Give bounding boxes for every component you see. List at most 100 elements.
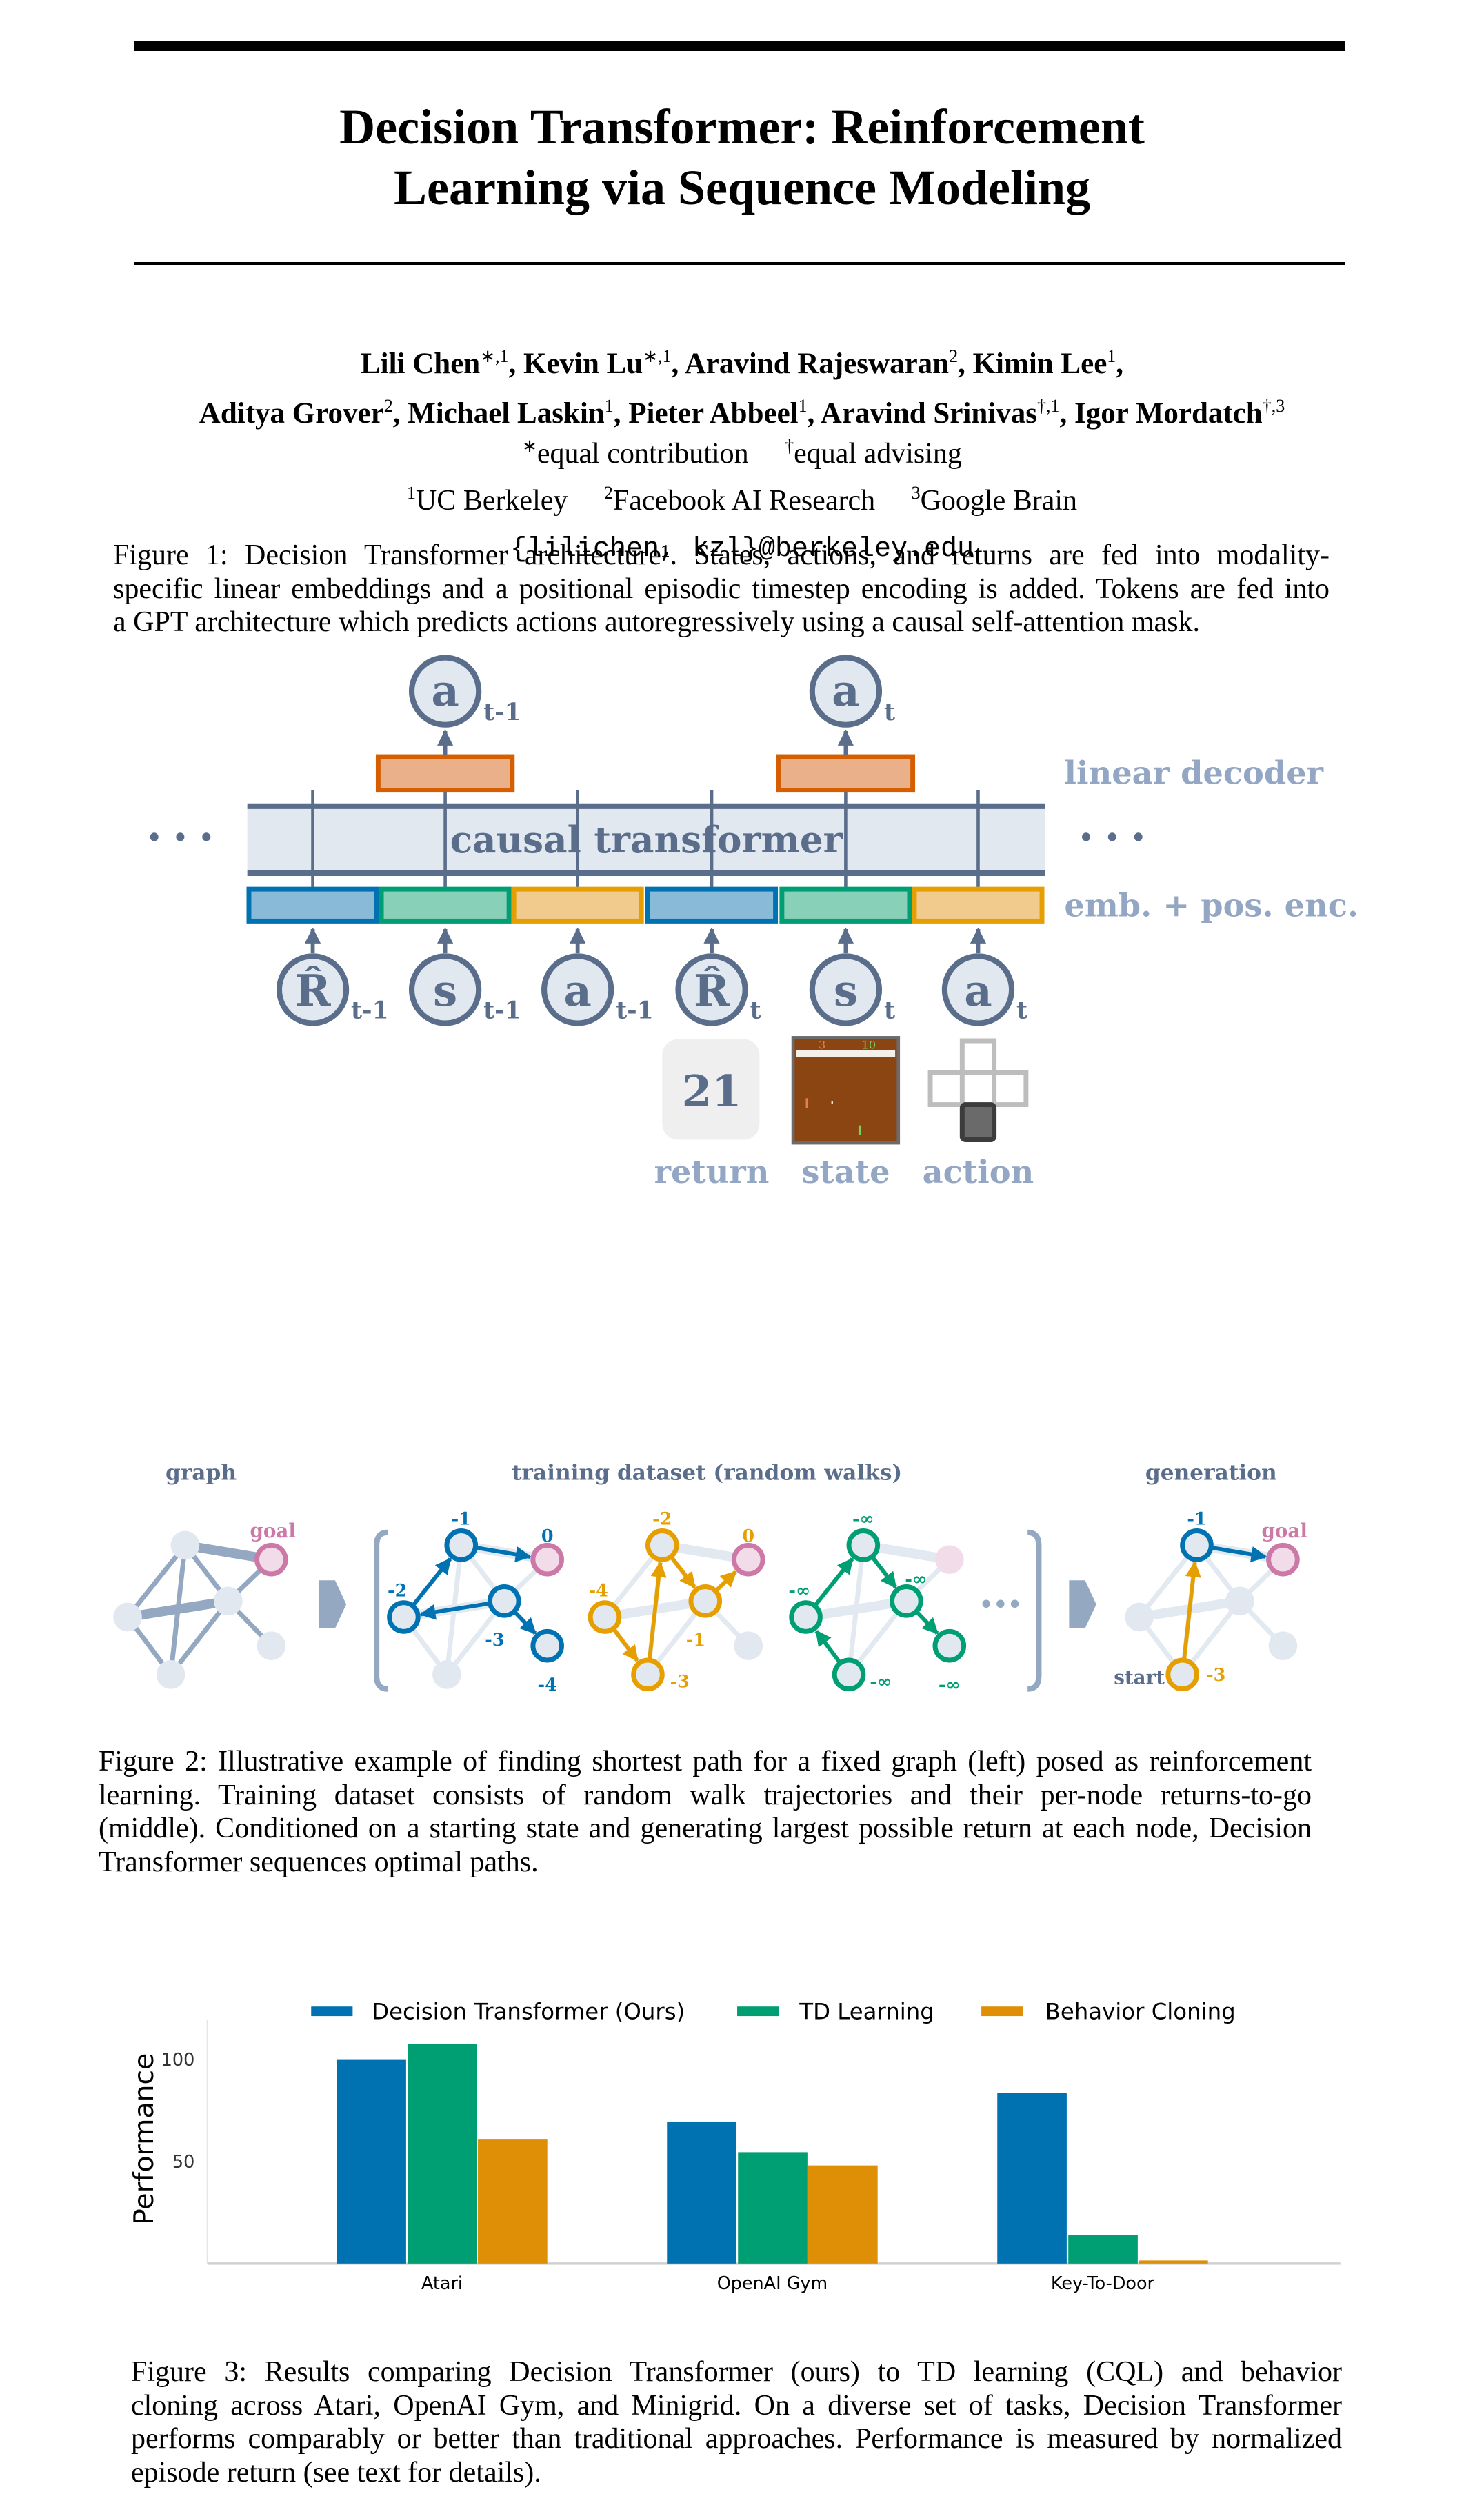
input-token-symbol: s bbox=[433, 965, 457, 1016]
input-token-subscript: t-1 bbox=[483, 997, 521, 1025]
arrow-right-icon bbox=[319, 1580, 347, 1628]
graph-node-faded bbox=[734, 1631, 763, 1660]
return-to-go-label: -∞ bbox=[905, 1569, 927, 1590]
bar bbox=[1068, 2235, 1138, 2264]
decoder-box bbox=[776, 754, 916, 793]
graph-node bbox=[113, 1602, 142, 1632]
start-node bbox=[1165, 1657, 1199, 1692]
caption-line: a GPT architecture which predicts action… bbox=[113, 606, 1201, 638]
graph-node-faded bbox=[1268, 1631, 1298, 1660]
legend-swatch bbox=[737, 2006, 779, 2017]
graph-node bbox=[214, 1586, 243, 1616]
modality-label-state: state bbox=[801, 1153, 890, 1190]
decoder-label: linear decoder bbox=[1064, 754, 1323, 791]
graph-node bbox=[645, 1528, 679, 1562]
legend-swatch bbox=[981, 2006, 1023, 2017]
caption-line: Figure 2: Illustrative example of findin… bbox=[99, 1746, 1312, 1777]
goal-node-faded bbox=[934, 1545, 964, 1575]
figure-2-caption: Figure 2: Illustrative example of findin… bbox=[99, 1745, 1312, 1879]
input-token-symbol: R̂ bbox=[295, 965, 332, 1016]
return-to-go-label: -3 bbox=[485, 1630, 504, 1651]
panel-title-graph: graph bbox=[166, 1460, 237, 1485]
graph-node bbox=[688, 1584, 723, 1618]
walk-step-arrow bbox=[514, 1611, 537, 1635]
return-to-go-label: -1 bbox=[1187, 1508, 1206, 1529]
walk-step-arrow bbox=[715, 1570, 737, 1592]
state-score-right: 10 bbox=[862, 1039, 876, 1052]
return-to-go-label: 0 bbox=[541, 1526, 554, 1547]
graph-node bbox=[170, 1530, 200, 1560]
goal-label: goal bbox=[1262, 1519, 1307, 1542]
walk-step-arrow bbox=[814, 1557, 854, 1606]
graph-node bbox=[890, 1584, 923, 1618]
state-game-frame: 3 10 bbox=[791, 1036, 901, 1145]
panel-title-training: training dataset (random walks) bbox=[512, 1460, 902, 1485]
input-token-symbol: a bbox=[964, 965, 992, 1016]
generated-node bbox=[1180, 1528, 1214, 1562]
y-tick-label: 100 bbox=[161, 2050, 195, 2071]
return-to-go-label: -2 bbox=[652, 1508, 672, 1529]
legend-swatch bbox=[311, 2006, 353, 2017]
walk-step-arrow bbox=[916, 1611, 939, 1635]
bar bbox=[337, 2059, 406, 2264]
figure-3-bar-chart: Performance 50 100 Atari OpenAI Gym Key-To-D… bbox=[128, 1999, 1341, 2294]
input-token-subscript: t bbox=[1016, 997, 1027, 1025]
input-token-symbol: R̂ bbox=[694, 965, 730, 1016]
return-to-go-label: -1 bbox=[452, 1508, 471, 1529]
x-tick-label: OpenAI Gym bbox=[717, 2273, 828, 2294]
input-token-symbol: a bbox=[563, 965, 591, 1016]
graph-node bbox=[846, 1528, 881, 1562]
graph-node-faded bbox=[1225, 1586, 1254, 1616]
start-label: start bbox=[1114, 1666, 1165, 1689]
graph-node bbox=[444, 1528, 479, 1562]
figure-1-architecture: causal transformer • • • • • • linear de… bbox=[146, 655, 1358, 1190]
return-to-go-label: -2 bbox=[388, 1580, 407, 1601]
return-to-go-label: 0 bbox=[742, 1526, 754, 1547]
right-ellipsis: • • • bbox=[1078, 821, 1147, 855]
y-tick-label: 50 bbox=[172, 2152, 194, 2173]
return-to-go-label: -∞ bbox=[870, 1671, 892, 1692]
graph-node-faded bbox=[1125, 1602, 1154, 1632]
return-to-go-label: -∞ bbox=[939, 1675, 961, 1695]
graph-node bbox=[156, 1659, 186, 1689]
graph-node-faded bbox=[432, 1659, 461, 1689]
goal-label: goal bbox=[250, 1519, 295, 1542]
caption-line: specific linear embeddings and a positio… bbox=[113, 572, 1330, 605]
graph-node bbox=[530, 1628, 564, 1663]
goal-node bbox=[1266, 1542, 1300, 1577]
embedding-box bbox=[912, 886, 1045, 924]
modality-label-return: return bbox=[654, 1153, 770, 1190]
embedding-label: emb. + pos. enc. bbox=[1064, 886, 1358, 924]
figure-1-caption: Figure 1: Decision Transformer architect… bbox=[113, 539, 1330, 639]
graph-node bbox=[387, 1600, 421, 1634]
input-token-subscript: t-1 bbox=[616, 997, 654, 1025]
figures-canvas: causal transformer • • • • • • linear de… bbox=[113, 655, 1358, 2294]
graph-node bbox=[487, 1584, 521, 1618]
modality-label-action: action bbox=[923, 1153, 1034, 1190]
transformer-label: causal transformer bbox=[450, 818, 843, 861]
bar bbox=[478, 2139, 548, 2264]
walk-step-arrow bbox=[871, 1556, 898, 1589]
action-dpad-icon bbox=[928, 1038, 1029, 1142]
return-to-go-label: -3 bbox=[1206, 1665, 1225, 1686]
left-bracket bbox=[374, 1529, 388, 1692]
graph-node bbox=[631, 1657, 665, 1692]
x-tick-label: Key-To-Door bbox=[1051, 2273, 1155, 2294]
graph-node bbox=[932, 1628, 967, 1663]
return-to-go-label: -1 bbox=[686, 1630, 705, 1651]
bar bbox=[408, 2044, 477, 2264]
bar bbox=[738, 2152, 808, 2264]
panel-title-generation: generation bbox=[1145, 1460, 1277, 1485]
return-to-go-label: -∞ bbox=[788, 1580, 810, 1601]
graph-node bbox=[588, 1600, 622, 1634]
legend-label: Behavior Cloning bbox=[1045, 1999, 1236, 2025]
figure-3-caption: Figure 3: Results comparing Decision Tra… bbox=[131, 2355, 1342, 2489]
caption-line: Transformer sequences optimal paths. bbox=[99, 1846, 539, 1878]
embedding-box bbox=[246, 886, 379, 924]
output-token-symbol: a bbox=[431, 665, 459, 716]
embedding-box bbox=[645, 886, 779, 924]
caption-line: (middle). Conditioned on a starting stat… bbox=[99, 1813, 1312, 1844]
decoder-box bbox=[375, 754, 515, 793]
bar bbox=[808, 2165, 878, 2264]
output-token-symbol: a bbox=[832, 665, 859, 716]
